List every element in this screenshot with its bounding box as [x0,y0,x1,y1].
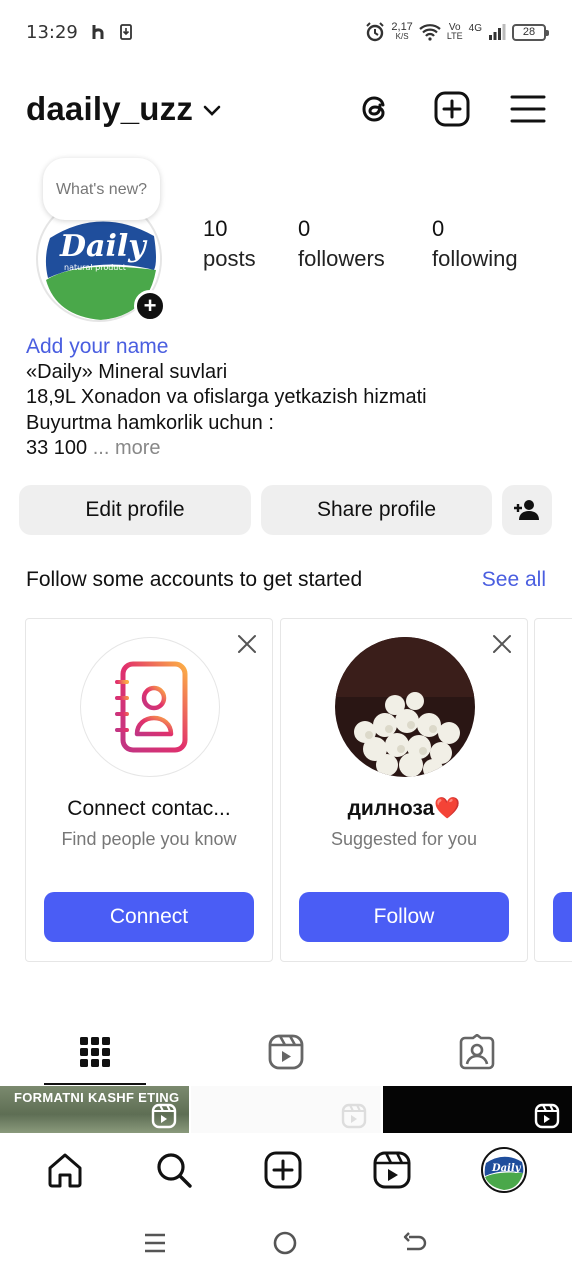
system-nav-bar [0,1218,572,1268]
stat-posts[interactable]: 10 posts [203,214,298,274]
chevron-down-icon[interactable] [203,105,221,117]
close-icon[interactable] [236,633,258,655]
menu-icon[interactable] [510,91,546,127]
peek-cta-button[interactable] [553,892,572,942]
post-thumbnail[interactable] [382,1086,572,1133]
tagged-icon [459,1034,494,1070]
suggestion-card-contacts: Connect contac... Find people you know C… [25,618,273,962]
search-icon[interactable] [154,1150,194,1190]
bottom-nav: Daily [0,1140,572,1200]
daily-logo-small-icon: Daily [483,1149,526,1191]
bio-line-4-text: 33 100 [26,437,88,459]
download-icon [119,24,132,40]
card-subtitle: Suggested for you [330,829,478,849]
status-bar: 13:29 2,17 K/S Vo LTE 4G 28 [0,0,572,64]
create-icon[interactable] [263,1150,303,1190]
discover-people-button[interactable] [502,485,552,535]
close-icon[interactable] [491,633,513,655]
contacts-circle [80,637,220,777]
suggestions-heading: Follow some accounts to get started [26,568,363,591]
profile-actions: Edit profile Share profile [19,485,552,535]
stat-followers-label: followers [298,246,385,271]
note-bubble[interactable]: What's new? [43,158,160,220]
card-subtitle: Find people you know [61,829,237,849]
profile-bio: Add your name «Daily» Mineral suvlari 18… [26,334,546,462]
username[interactable]: daaily_uzz [26,90,193,128]
reels-icon [268,1034,304,1070]
reel-badge-icon [152,1103,177,1129]
svg-text:Daily: Daily [491,1163,522,1174]
grid-icon [80,1037,111,1067]
home-icon[interactable] [45,1150,85,1190]
svg-text:natural product: natural product [64,263,126,272]
suggested-user-avatar[interactable] [335,637,475,777]
recent-apps-icon[interactable] [143,1231,167,1255]
posts-grid: FORMATNI KASHF ETING [0,1086,572,1133]
svg-text:Daily: Daily [59,229,148,264]
net-speed-unit: K/S [395,32,409,41]
alarm-icon [366,22,385,42]
network-speed: 2,17 K/S [391,21,413,42]
status-time: 13:29 [26,21,78,43]
bio-line-4: 33 100 ... more [26,436,546,462]
contact-book-icon [115,661,188,753]
stat-following-value: 0 [432,216,445,241]
suggestions-header: Follow some accounts to get started See … [26,568,546,592]
stat-posts-value: 10 [203,216,228,241]
volte-indicator: Vo LTE [447,23,463,41]
reel-badge-icon [341,1103,366,1129]
bio-line-2: 18,9L Xonadon va ofislarga yetkazish hiz… [26,386,427,408]
bio-more-link[interactable]: ... more [93,437,161,459]
reel-badge-icon [534,1103,560,1129]
bio-line-1: «Daily» Mineral suvlari [26,360,228,383]
stat-following-label: following [432,246,518,271]
tab-tagged[interactable] [381,1020,572,1084]
card-title: дилноза❤️ [347,797,461,820]
net-speed-value: 2,17 [391,21,413,33]
profile-nav-avatar[interactable]: Daily [481,1147,528,1193]
see-all-link[interactable]: See all [482,568,546,592]
back-icon[interactable] [403,1231,429,1255]
share-profile-button[interactable]: Share profile [261,485,492,535]
follow-button[interactable]: Follow [299,892,509,942]
wifi-icon [419,24,441,41]
suggestion-card-peek [534,618,572,962]
profile-tabs [0,1020,572,1085]
suggestion-card-user: дилноза❤️ Suggested for you Follow [280,618,528,962]
add-name-link[interactable]: Add your name [26,334,546,360]
stat-followers[interactable]: 0 followers [298,214,432,274]
volte-bottom: LTE [446,31,463,41]
battery-icon: 28 [512,23,549,41]
stat-followers-value: 0 [298,216,311,241]
bio-line-3: Buyurtma hamkorlik uchun : [26,411,274,434]
threads-icon[interactable] [358,91,394,127]
post-thumbnail[interactable]: FORMATNI KASHF ETING [0,1086,190,1133]
signal-icon [489,24,506,40]
add-person-icon [514,500,539,520]
app-h-icon [92,25,104,39]
stat-following[interactable]: 0 following [432,214,518,274]
home-circle-icon[interactable] [272,1230,298,1256]
create-post-icon[interactable] [434,91,470,127]
profile-stats: 10 posts 0 followers 0 following [203,214,518,274]
connect-button[interactable]: Connect [44,892,254,942]
reels-nav-icon[interactable] [372,1150,412,1190]
card-title: Connect contac... [67,797,231,820]
profile-header: daaily_uzz [26,84,546,134]
signal-label: 4G [468,22,482,34]
battery-level: 28 [522,26,536,38]
stat-posts-label: posts [203,246,256,271]
add-story-icon[interactable]: + [134,290,166,322]
edit-profile-button[interactable]: Edit profile [19,485,251,535]
tab-reels[interactable] [191,1020,382,1084]
tab-grid[interactable] [0,1020,191,1085]
post-thumbnail[interactable] [191,1086,381,1133]
flowers-photo-icon [335,637,475,777]
